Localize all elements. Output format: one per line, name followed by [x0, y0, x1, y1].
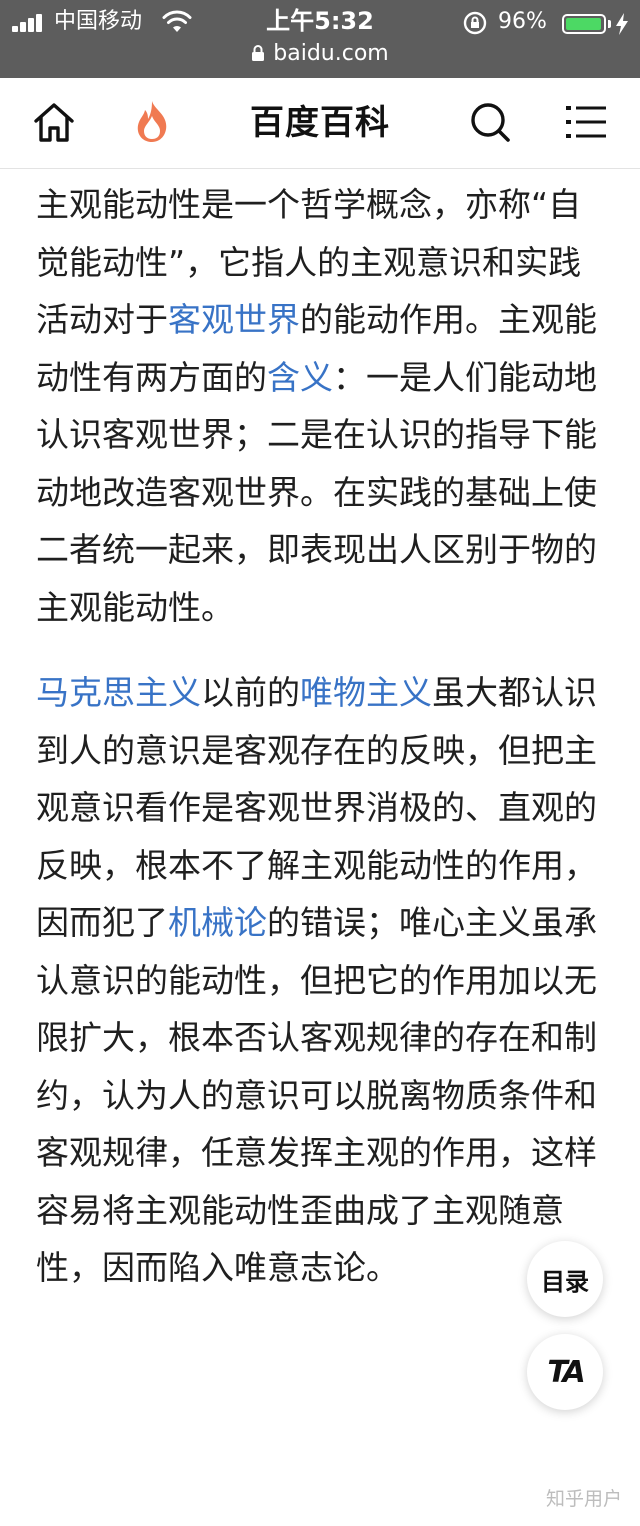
- text-segment: 以前的: [201, 673, 300, 712]
- watermark: 知乎用户: [545, 1488, 622, 1510]
- link-materialism[interactable]: 唯物主义: [300, 673, 432, 712]
- menu-icon[interactable]: [564, 100, 608, 144]
- top-navigation-bar: 百度百科: [0, 78, 640, 169]
- search-icon[interactable]: [468, 100, 512, 144]
- link-objective-world[interactable]: 客观世界: [168, 300, 300, 339]
- battery-cap: [608, 20, 611, 28]
- status-bar: 中国移动 上午5:32 96% baidu.com: [0, 0, 640, 78]
- link-meaning[interactable]: 含义: [267, 358, 333, 397]
- rotation-lock-icon: [463, 11, 487, 35]
- link-marxism[interactable]: 马克思主义: [36, 673, 201, 712]
- battery-percent: 96%: [498, 9, 547, 34]
- charging-bolt-icon: [616, 13, 628, 35]
- ta-button[interactable]: TA: [527, 1334, 603, 1410]
- lock-icon: [252, 45, 265, 61]
- battery-icon: [562, 14, 606, 34]
- text-segment: 的错误；唯心主义虽承认意识的能动性，但把它的作用加以无限扩大，根本否认客观规律的…: [36, 903, 597, 1287]
- text-segment: 虽大都认识到人的意识是客观存在的反映，但把主观意识看作是客观世界消极的、直观的反…: [36, 673, 597, 942]
- page-title: 百度百科: [250, 103, 390, 143]
- table-of-contents-button[interactable]: 目录: [527, 1241, 603, 1317]
- battery-level-fill: [566, 18, 601, 30]
- link-mechanism[interactable]: 机械论: [168, 903, 267, 942]
- article-content: 主观能动性是一个哲学概念，亦称“自觉能动性”，它指人的主观意识和实践活动对于客观…: [36, 176, 604, 1297]
- article-paragraph: 马克思主义以前的唯物主义虽大都认识到人的意识是客观存在的反映，但把主观意识看作是…: [36, 664, 604, 1297]
- article-paragraph: 主观能动性是一个哲学概念，亦称“自觉能动性”，它指人的主观意识和实践活动对于客观…: [36, 176, 604, 636]
- text-segment: ：一是人们能动地认识客观世界；二是在认识的指导下能动地改造客观世界。在实践的基础…: [36, 357, 597, 627]
- url-text: baidu.com: [273, 41, 389, 66]
- address-bar[interactable]: baidu.com: [0, 40, 640, 70]
